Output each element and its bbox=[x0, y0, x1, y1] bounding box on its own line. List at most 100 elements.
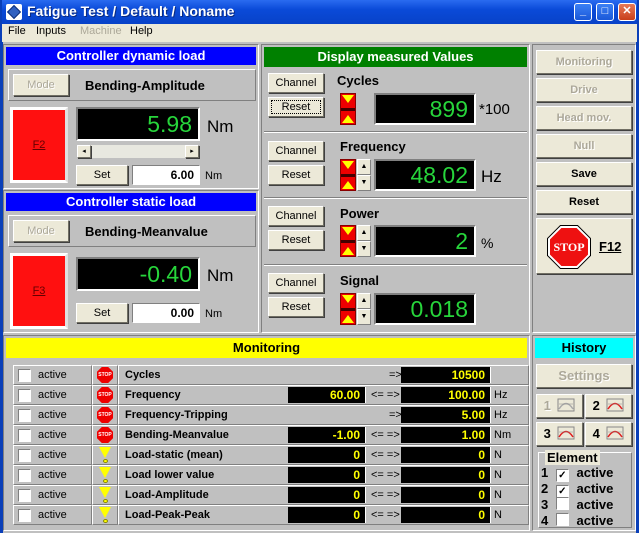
cycles-reset-button[interactable]: Reset bbox=[268, 97, 324, 117]
menu-file[interactable]: File bbox=[8, 25, 26, 37]
monitoring-active-checkbox[interactable] bbox=[18, 409, 31, 422]
power-direction-icon[interactable] bbox=[340, 225, 356, 257]
drive-button[interactable]: Drive bbox=[536, 78, 632, 102]
static-mode-button[interactable]: Mode bbox=[13, 220, 69, 242]
signal-reset-button[interactable]: Reset bbox=[268, 297, 324, 317]
cycles-channel-button[interactable]: Channel bbox=[268, 73, 324, 93]
monitoring-upper-limit[interactable]: 0 bbox=[401, 487, 491, 503]
monitoring-active-cell: active bbox=[13, 505, 92, 525]
spin-up-icon[interactable]: ▲ bbox=[357, 225, 371, 241]
cycles-unit: *100 bbox=[479, 101, 510, 118]
static-set-button[interactable]: Set bbox=[76, 303, 128, 323]
monitoring-active-checkbox[interactable] bbox=[18, 509, 31, 522]
history-chart-button-4[interactable]: 4 bbox=[585, 422, 632, 446]
frequency-reset-button[interactable]: Reset bbox=[268, 165, 324, 185]
maximize-button[interactable]: □ bbox=[596, 3, 614, 21]
signal-spinner[interactable]: ▲ ▼ bbox=[357, 293, 371, 325]
title-bar[interactable]: Fatigue Test / Default / Noname _ □ ✕ bbox=[0, 0, 639, 24]
dynamic-set-button[interactable]: Set bbox=[76, 165, 128, 185]
save-button[interactable]: Save bbox=[536, 162, 632, 186]
monitoring-active-cell: active bbox=[13, 465, 92, 485]
signal-direction-icon[interactable] bbox=[340, 293, 356, 325]
signal-channel-button[interactable]: Channel bbox=[268, 273, 324, 293]
monitoring-row: active Load lower value 0 <= => 0 N bbox=[13, 465, 529, 485]
monitoring-active-checkbox[interactable] bbox=[18, 389, 31, 402]
cycles-label: Cycles bbox=[337, 73, 379, 88]
dynamic-f2-indicator[interactable]: F2 bbox=[10, 107, 68, 183]
warning-icon bbox=[99, 447, 111, 463]
dynamic-mode-button[interactable]: Mode bbox=[13, 74, 69, 96]
history-chart-button-3[interactable]: 3 bbox=[536, 422, 583, 446]
history-chart-button-2[interactable]: 2 bbox=[585, 394, 632, 418]
measured-row-power: Channel Reset Power ▲ ▼ 2 % bbox=[262, 201, 529, 265]
history-settings-button[interactable]: Settings bbox=[536, 364, 632, 388]
monitoring-row-name: Load-Amplitude bbox=[125, 489, 209, 501]
measured-values-header: Display measured Values bbox=[264, 47, 527, 67]
menu-inputs[interactable]: Inputs bbox=[36, 25, 66, 37]
menu-help[interactable]: Help bbox=[130, 25, 153, 37]
power-channel-button[interactable]: Channel bbox=[268, 206, 324, 226]
power-spinner[interactable]: ▲ ▼ bbox=[357, 225, 371, 257]
menu-machine[interactable]: Machine bbox=[80, 25, 122, 37]
dynamic-set-input[interactable]: 6.00 bbox=[132, 165, 200, 185]
monitoring-row: active STOP Frequency 60.00 <= => 100.00… bbox=[13, 385, 529, 405]
minimize-button[interactable]: _ bbox=[574, 3, 592, 21]
spin-down-icon[interactable]: ▼ bbox=[357, 309, 371, 325]
close-button[interactable]: ✕ bbox=[618, 3, 636, 21]
frequency-spinner[interactable]: ▲ ▼ bbox=[357, 159, 371, 191]
reset-button[interactable]: Reset bbox=[536, 190, 632, 214]
monitoring-lower-limit[interactable]: 60.00 bbox=[288, 387, 366, 403]
power-reset-button[interactable]: Reset bbox=[268, 230, 324, 250]
monitoring-unit: Hz bbox=[494, 389, 508, 401]
monitoring-upper-limit[interactable]: 5.00 bbox=[401, 407, 491, 423]
slider-left-arrow-icon[interactable]: ◂ bbox=[77, 145, 91, 158]
monitoring-active-label: active bbox=[38, 509, 67, 521]
monitoring-active-checkbox[interactable] bbox=[18, 449, 31, 462]
cycles-direction-icon[interactable] bbox=[340, 93, 356, 125]
monitoring-lower-limit[interactable]: 0 bbox=[288, 467, 366, 483]
monitoring-comparator: <= => bbox=[371, 509, 400, 521]
static-f3-indicator[interactable]: F3 bbox=[10, 253, 68, 329]
monitoring-upper-limit[interactable]: 100.00 bbox=[401, 387, 491, 403]
emergency-stop-button[interactable]: STOP F12 bbox=[536, 218, 632, 274]
monitoring-active-checkbox[interactable] bbox=[18, 489, 31, 502]
null-button[interactable]: Null bbox=[536, 134, 632, 158]
monitoring-lower-limit[interactable]: 0 bbox=[288, 507, 366, 523]
monitoring-active-checkbox[interactable] bbox=[18, 369, 31, 382]
history-element-checkbox[interactable] bbox=[555, 513, 569, 526]
monitoring-lower-limit[interactable]: 0 bbox=[288, 447, 366, 463]
monitoring-upper-limit[interactable]: 0 bbox=[401, 467, 491, 483]
monitoring-upper-limit[interactable]: 1.00 bbox=[401, 427, 491, 443]
head-mov-button[interactable]: Head mov. bbox=[536, 106, 632, 130]
frequency-channel-button[interactable]: Channel bbox=[268, 141, 324, 161]
warning-icon bbox=[99, 487, 111, 503]
dynamic-mode-value: Bending-Amplitude bbox=[85, 78, 205, 93]
monitoring-upper-limit[interactable]: 10500 bbox=[401, 367, 491, 383]
history-element-checkbox[interactable] bbox=[555, 497, 569, 510]
monitoring-active-checkbox[interactable] bbox=[18, 429, 31, 442]
monitoring-active-label: active bbox=[38, 489, 67, 501]
app-icon[interactable] bbox=[6, 4, 22, 20]
element-group: Element 1 ✓ active 2 ✓ active 3 active 4 ac… bbox=[538, 450, 632, 528]
monitoring-upper-limit[interactable]: 0 bbox=[401, 447, 491, 463]
monitoring-lower-limit[interactable]: -1.00 bbox=[288, 427, 366, 443]
monitoring-comparator: <= => bbox=[371, 489, 400, 501]
monitoring-active-label: active bbox=[38, 429, 67, 441]
frequency-direction-icon[interactable] bbox=[340, 159, 356, 191]
monitoring-upper-limit[interactable]: 0 bbox=[401, 507, 491, 523]
history-chart-button-1[interactable]: 1 bbox=[536, 394, 583, 418]
static-set-input[interactable]: 0.00 bbox=[132, 303, 200, 323]
monitoring-comparator: <= => bbox=[371, 469, 400, 481]
slider-right-arrow-icon[interactable]: ▸ bbox=[185, 145, 199, 158]
monitoring-lower-limit[interactable]: 0 bbox=[288, 487, 366, 503]
spin-up-icon[interactable]: ▲ bbox=[357, 159, 371, 175]
static-load-header: Controller static load bbox=[6, 193, 256, 211]
spin-up-icon[interactable]: ▲ bbox=[357, 293, 371, 309]
spin-down-icon[interactable]: ▼ bbox=[357, 241, 371, 257]
spin-down-icon[interactable]: ▼ bbox=[357, 175, 371, 191]
monitoring-button[interactable]: Monitoring bbox=[536, 50, 632, 74]
monitoring-active-checkbox[interactable] bbox=[18, 469, 31, 482]
dynamic-load-slider[interactable]: ◂ ▸ bbox=[76, 144, 200, 159]
monitoring-unit: Hz bbox=[494, 409, 508, 421]
history-element-row: 1 ✓ active bbox=[541, 465, 614, 482]
